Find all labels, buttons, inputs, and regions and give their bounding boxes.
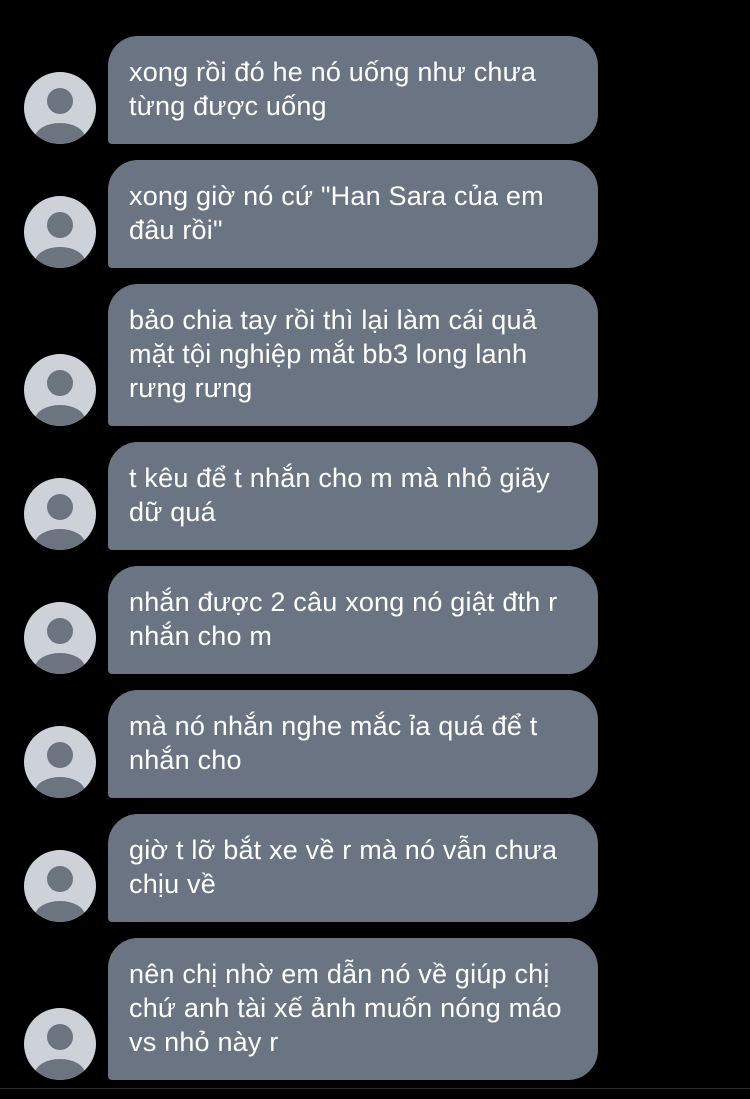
message-bubble[interactable]: mà nó nhắn nghe mắc ỉa quá để t nhắn cho: [108, 690, 598, 798]
sender-avatar-icon[interactable]: [24, 1008, 96, 1080]
message-bubble[interactable]: bảo chia tay rồi thì lại làm cái quả mặt…: [108, 284, 598, 426]
message-bubble[interactable]: giờ t lỡ bắt xe về r mà nó vẫn chưa chịu…: [108, 814, 598, 922]
message-bubble[interactable]: xong rồi đó he nó uống như chưa từng đượ…: [108, 36, 598, 144]
message-thread: xong rồi đó he nó uống như chưa từng đượ…: [0, 0, 750, 1099]
sender-avatar-icon[interactable]: [24, 850, 96, 922]
sender-avatar-icon[interactable]: [24, 478, 96, 550]
sender-avatar-icon[interactable]: [24, 726, 96, 798]
bottom-divider: [0, 1088, 750, 1089]
sender-avatar-icon[interactable]: [24, 72, 96, 144]
message-bubble[interactable]: nhắn được 2 câu xong nó giật đth r nhắn …: [108, 566, 598, 674]
sender-avatar-icon[interactable]: [24, 602, 96, 674]
sender-avatar-icon[interactable]: [24, 354, 96, 426]
message-bubble[interactable]: xong giờ nó cứ "Han Sara của em đâu rồi": [108, 160, 598, 268]
sender-avatar-icon[interactable]: [24, 196, 96, 268]
message-bubble[interactable]: nên chị nhờ em dẫn nó về giúp chị chứ an…: [108, 938, 598, 1080]
message-bubble[interactable]: t kêu để t nhắn cho m mà nhỏ giãy dữ quá: [108, 442, 598, 550]
